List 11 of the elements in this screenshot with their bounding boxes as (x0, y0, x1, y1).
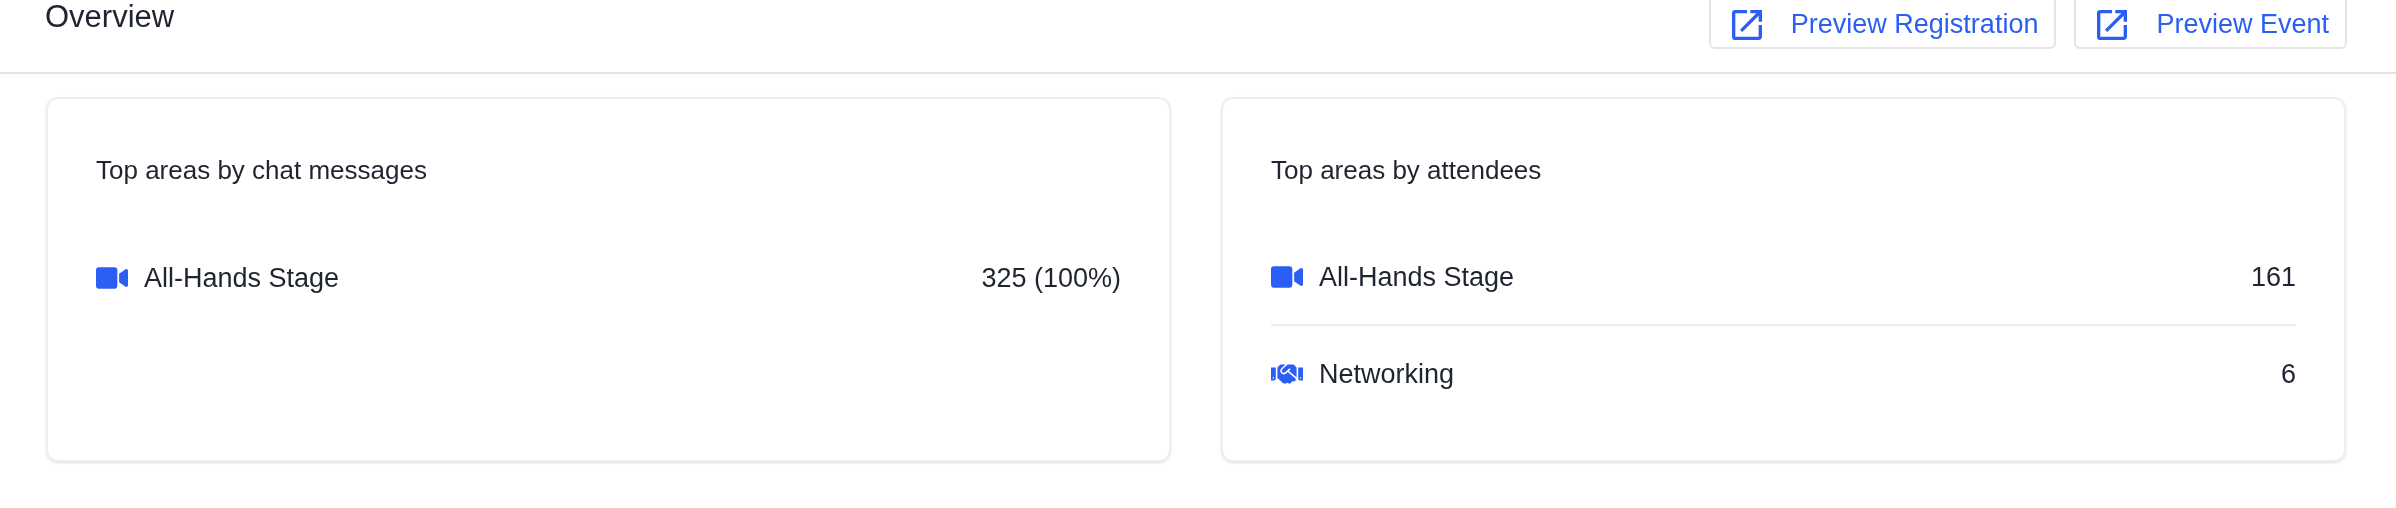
area-count: 6 (2280, 357, 2296, 391)
page-title: Overview (45, 0, 175, 36)
preview-button[interactable]: Preview Event (2074, 0, 2347, 49)
area-name: All-Hands Stage (144, 261, 340, 295)
card-title: Top areas by chat messages (96, 154, 428, 187)
card-title: Top areas by attendees (1271, 154, 1543, 187)
area-count: 325 (100%) (981, 261, 1121, 295)
area-name: All-Hands Stage (1319, 260, 1515, 294)
area-name: Networking (1319, 357, 1455, 391)
area-count: 161 (2250, 260, 2296, 294)
preview-button[interactable]: Preview Registration (1708, 0, 2057, 49)
